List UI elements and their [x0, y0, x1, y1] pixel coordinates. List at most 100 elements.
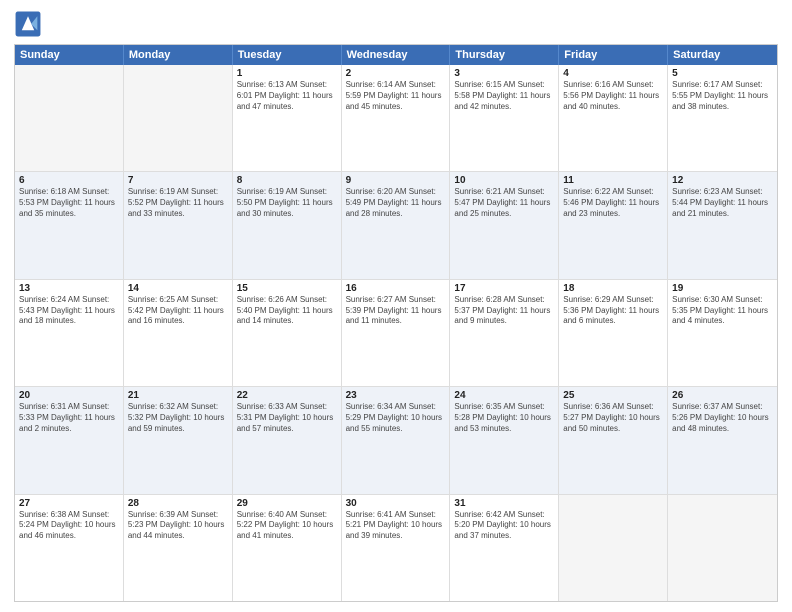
- day-number: 22: [237, 390, 337, 401]
- day-info: Sunrise: 6:13 AM Sunset: 6:01 PM Dayligh…: [237, 80, 337, 112]
- day-cell-29: 29Sunrise: 6:40 AM Sunset: 5:22 PM Dayli…: [233, 495, 342, 601]
- day-number: 20: [19, 390, 119, 401]
- day-info: Sunrise: 6:40 AM Sunset: 5:22 PM Dayligh…: [237, 510, 337, 542]
- day-number: 24: [454, 390, 554, 401]
- day-cell-3: 3Sunrise: 6:15 AM Sunset: 5:58 PM Daylig…: [450, 65, 559, 171]
- day-info: Sunrise: 6:25 AM Sunset: 5:42 PM Dayligh…: [128, 295, 228, 327]
- day-number: 29: [237, 498, 337, 509]
- calendar-row-3: 20Sunrise: 6:31 AM Sunset: 5:33 PM Dayli…: [15, 386, 777, 493]
- day-cell-21: 21Sunrise: 6:32 AM Sunset: 5:32 PM Dayli…: [124, 387, 233, 493]
- day-number: 25: [563, 390, 663, 401]
- day-info: Sunrise: 6:41 AM Sunset: 5:21 PM Dayligh…: [346, 510, 446, 542]
- day-number: 4: [563, 68, 663, 79]
- header-day-thursday: Thursday: [450, 45, 559, 65]
- day-info: Sunrise: 6:18 AM Sunset: 5:53 PM Dayligh…: [19, 187, 119, 219]
- day-number: 31: [454, 498, 554, 509]
- day-info: Sunrise: 6:15 AM Sunset: 5:58 PM Dayligh…: [454, 80, 554, 112]
- day-number: 16: [346, 283, 446, 294]
- day-number: 12: [672, 175, 773, 186]
- day-number: 27: [19, 498, 119, 509]
- calendar: SundayMondayTuesdayWednesdayThursdayFrid…: [14, 44, 778, 602]
- day-number: 26: [672, 390, 773, 401]
- empty-cell: [124, 65, 233, 171]
- day-info: Sunrise: 6:33 AM Sunset: 5:31 PM Dayligh…: [237, 402, 337, 434]
- day-info: Sunrise: 6:22 AM Sunset: 5:46 PM Dayligh…: [563, 187, 663, 219]
- day-cell-14: 14Sunrise: 6:25 AM Sunset: 5:42 PM Dayli…: [124, 280, 233, 386]
- day-cell-17: 17Sunrise: 6:28 AM Sunset: 5:37 PM Dayli…: [450, 280, 559, 386]
- day-cell-16: 16Sunrise: 6:27 AM Sunset: 5:39 PM Dayli…: [342, 280, 451, 386]
- day-cell-9: 9Sunrise: 6:20 AM Sunset: 5:49 PM Daylig…: [342, 172, 451, 278]
- calendar-header: SundayMondayTuesdayWednesdayThursdayFrid…: [15, 45, 777, 65]
- day-number: 6: [19, 175, 119, 186]
- day-number: 5: [672, 68, 773, 79]
- day-cell-10: 10Sunrise: 6:21 AM Sunset: 5:47 PM Dayli…: [450, 172, 559, 278]
- day-info: Sunrise: 6:19 AM Sunset: 5:50 PM Dayligh…: [237, 187, 337, 219]
- calendar-row-1: 6Sunrise: 6:18 AM Sunset: 5:53 PM Daylig…: [15, 171, 777, 278]
- day-info: Sunrise: 6:26 AM Sunset: 5:40 PM Dayligh…: [237, 295, 337, 327]
- day-cell-12: 12Sunrise: 6:23 AM Sunset: 5:44 PM Dayli…: [668, 172, 777, 278]
- day-cell-24: 24Sunrise: 6:35 AM Sunset: 5:28 PM Dayli…: [450, 387, 559, 493]
- day-number: 19: [672, 283, 773, 294]
- day-number: 13: [19, 283, 119, 294]
- day-info: Sunrise: 6:28 AM Sunset: 5:37 PM Dayligh…: [454, 295, 554, 327]
- day-cell-23: 23Sunrise: 6:34 AM Sunset: 5:29 PM Dayli…: [342, 387, 451, 493]
- day-cell-30: 30Sunrise: 6:41 AM Sunset: 5:21 PM Dayli…: [342, 495, 451, 601]
- day-info: Sunrise: 6:14 AM Sunset: 5:59 PM Dayligh…: [346, 80, 446, 112]
- day-info: Sunrise: 6:17 AM Sunset: 5:55 PM Dayligh…: [672, 80, 773, 112]
- calendar-row-4: 27Sunrise: 6:38 AM Sunset: 5:24 PM Dayli…: [15, 494, 777, 601]
- day-cell-25: 25Sunrise: 6:36 AM Sunset: 5:27 PM Dayli…: [559, 387, 668, 493]
- day-number: 15: [237, 283, 337, 294]
- header-day-friday: Friday: [559, 45, 668, 65]
- empty-cell: [668, 495, 777, 601]
- day-cell-13: 13Sunrise: 6:24 AM Sunset: 5:43 PM Dayli…: [15, 280, 124, 386]
- day-cell-18: 18Sunrise: 6:29 AM Sunset: 5:36 PM Dayli…: [559, 280, 668, 386]
- page-header: [14, 10, 778, 38]
- day-cell-6: 6Sunrise: 6:18 AM Sunset: 5:53 PM Daylig…: [15, 172, 124, 278]
- day-cell-11: 11Sunrise: 6:22 AM Sunset: 5:46 PM Dayli…: [559, 172, 668, 278]
- day-info: Sunrise: 6:32 AM Sunset: 5:32 PM Dayligh…: [128, 402, 228, 434]
- day-info: Sunrise: 6:27 AM Sunset: 5:39 PM Dayligh…: [346, 295, 446, 327]
- day-info: Sunrise: 6:38 AM Sunset: 5:24 PM Dayligh…: [19, 510, 119, 542]
- day-number: 8: [237, 175, 337, 186]
- day-number: 14: [128, 283, 228, 294]
- day-cell-20: 20Sunrise: 6:31 AM Sunset: 5:33 PM Dayli…: [15, 387, 124, 493]
- day-cell-7: 7Sunrise: 6:19 AM Sunset: 5:52 PM Daylig…: [124, 172, 233, 278]
- day-number: 7: [128, 175, 228, 186]
- day-info: Sunrise: 6:39 AM Sunset: 5:23 PM Dayligh…: [128, 510, 228, 542]
- day-cell-26: 26Sunrise: 6:37 AM Sunset: 5:26 PM Dayli…: [668, 387, 777, 493]
- header-day-tuesday: Tuesday: [233, 45, 342, 65]
- calendar-row-0: 1Sunrise: 6:13 AM Sunset: 6:01 PM Daylig…: [15, 65, 777, 171]
- day-info: Sunrise: 6:36 AM Sunset: 5:27 PM Dayligh…: [563, 402, 663, 434]
- day-number: 17: [454, 283, 554, 294]
- day-info: Sunrise: 6:30 AM Sunset: 5:35 PM Dayligh…: [672, 295, 773, 327]
- day-info: Sunrise: 6:23 AM Sunset: 5:44 PM Dayligh…: [672, 187, 773, 219]
- day-number: 21: [128, 390, 228, 401]
- day-number: 23: [346, 390, 446, 401]
- day-info: Sunrise: 6:31 AM Sunset: 5:33 PM Dayligh…: [19, 402, 119, 434]
- day-number: 3: [454, 68, 554, 79]
- header-day-sunday: Sunday: [15, 45, 124, 65]
- logo-icon: [14, 10, 42, 38]
- empty-cell: [15, 65, 124, 171]
- day-cell-27: 27Sunrise: 6:38 AM Sunset: 5:24 PM Dayli…: [15, 495, 124, 601]
- day-number: 1: [237, 68, 337, 79]
- header-day-saturday: Saturday: [668, 45, 777, 65]
- day-info: Sunrise: 6:20 AM Sunset: 5:49 PM Dayligh…: [346, 187, 446, 219]
- day-info: Sunrise: 6:16 AM Sunset: 5:56 PM Dayligh…: [563, 80, 663, 112]
- day-cell-2: 2Sunrise: 6:14 AM Sunset: 5:59 PM Daylig…: [342, 65, 451, 171]
- day-cell-31: 31Sunrise: 6:42 AM Sunset: 5:20 PM Dayli…: [450, 495, 559, 601]
- day-cell-19: 19Sunrise: 6:30 AM Sunset: 5:35 PM Dayli…: [668, 280, 777, 386]
- day-info: Sunrise: 6:34 AM Sunset: 5:29 PM Dayligh…: [346, 402, 446, 434]
- day-info: Sunrise: 6:35 AM Sunset: 5:28 PM Dayligh…: [454, 402, 554, 434]
- calendar-row-2: 13Sunrise: 6:24 AM Sunset: 5:43 PM Dayli…: [15, 279, 777, 386]
- day-info: Sunrise: 6:42 AM Sunset: 5:20 PM Dayligh…: [454, 510, 554, 542]
- day-cell-1: 1Sunrise: 6:13 AM Sunset: 6:01 PM Daylig…: [233, 65, 342, 171]
- header-day-wednesday: Wednesday: [342, 45, 451, 65]
- day-number: 9: [346, 175, 446, 186]
- day-number: 2: [346, 68, 446, 79]
- day-cell-4: 4Sunrise: 6:16 AM Sunset: 5:56 PM Daylig…: [559, 65, 668, 171]
- day-number: 18: [563, 283, 663, 294]
- day-number: 10: [454, 175, 554, 186]
- day-cell-28: 28Sunrise: 6:39 AM Sunset: 5:23 PM Dayli…: [124, 495, 233, 601]
- day-info: Sunrise: 6:21 AM Sunset: 5:47 PM Dayligh…: [454, 187, 554, 219]
